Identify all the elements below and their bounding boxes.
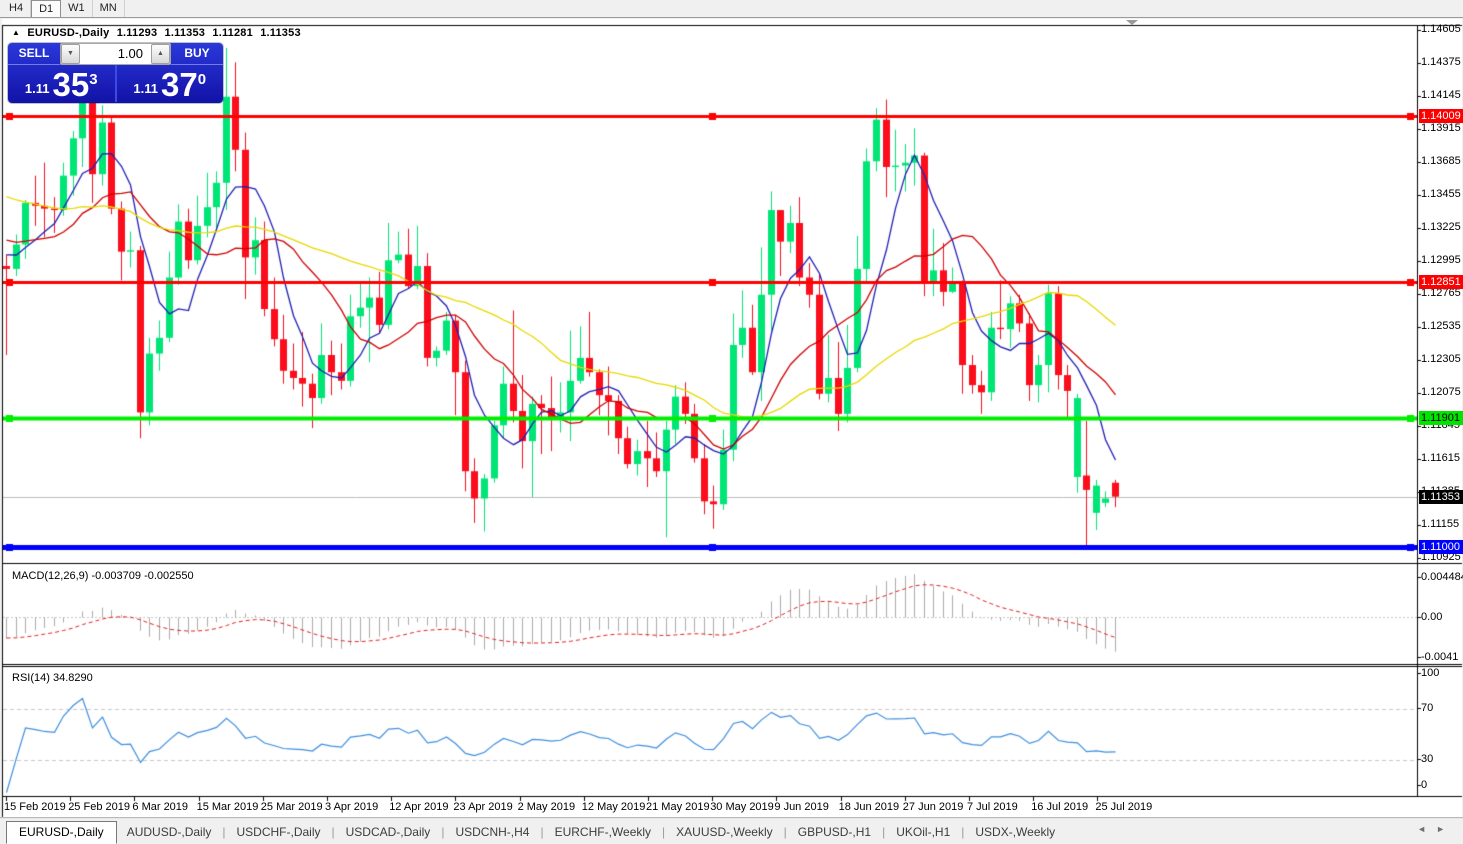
macd-indicator-label: MACD(12,26,9) -0.003709 -0.002550 xyxy=(12,570,194,582)
price-axis-tick-label: 1.13685 xyxy=(1421,155,1461,168)
date-axis-label: 25 Feb 2019 xyxy=(68,801,130,813)
buy-price-panel[interactable]: 1.11 37 0 xyxy=(115,65,224,102)
date-axis-label: 12 May 2019 xyxy=(582,801,646,813)
buy-price-prefix: 1.11 xyxy=(133,81,158,96)
chart-tab-usdx-weekly[interactable]: USDX-,Weekly xyxy=(965,821,1065,843)
buy-price-big: 37 xyxy=(161,70,198,100)
sell-button[interactable]: SELL xyxy=(8,43,60,65)
timeframe-button-h4[interactable]: H4 xyxy=(2,0,31,17)
price-chart-canvas[interactable] xyxy=(0,0,1463,844)
date-axis-label: 30 May 2019 xyxy=(710,801,774,813)
mt4-chart-screen: { "toolbar": { "timeframes": [ { "label"… xyxy=(0,0,1463,844)
volume-input[interactable]: 1.00 xyxy=(80,44,151,64)
hline-price-badge: 1.12851 xyxy=(1419,275,1463,289)
chart-tab-usdcnh-h4[interactable]: USDCNH-,H4 xyxy=(445,821,539,843)
chart-tab-ukoil-h1[interactable]: UKOil-,H1 xyxy=(886,821,960,843)
tab-scroll-right-icon[interactable]: ► xyxy=(1436,824,1455,834)
chart-tab-usdcad-daily[interactable]: USDCAD-,Daily xyxy=(336,821,441,843)
chart-tab-usdchf-daily[interactable]: USDCHF-,Daily xyxy=(227,821,331,843)
price-axis-tick-label: 1.12305 xyxy=(1421,353,1461,366)
price-axis-tick-label: 1.14145 xyxy=(1421,89,1461,102)
one-click-trading-widget: SELL ▼ 1.00 ▲ BUY 1.11 35 3 1.11 37 0 xyxy=(8,43,223,103)
rsi-indicator-label: RSI(14) 34.8290 xyxy=(12,672,93,684)
rsi-axis-tick-label: 30 xyxy=(1421,753,1433,766)
price-axis-tick-label: 1.12075 xyxy=(1421,386,1461,399)
macd-axis-tick-label: -0.0041 xyxy=(1421,651,1458,664)
price-axis-tick-label: 1.13225 xyxy=(1421,221,1461,234)
timeframe-button-w1[interactable]: W1 xyxy=(61,0,93,17)
date-axis-label: 15 Feb 2019 xyxy=(4,801,66,813)
sell-price-prefix: 1.11 xyxy=(25,81,50,96)
volume-decrease-button[interactable]: ▼ xyxy=(61,44,80,64)
date-axis-label: 16 Jul 2019 xyxy=(1031,801,1088,813)
date-axis-label: 21 May 2019 xyxy=(646,801,710,813)
price-axis-tick-label: 1.12765 xyxy=(1421,287,1461,300)
chart-shift-marker-icon[interactable] xyxy=(1126,20,1138,25)
collapse-chart-icon[interactable]: ▲ xyxy=(12,28,20,37)
hline-price-badge: 1.11901 xyxy=(1419,411,1463,425)
price-axis-tick-label: 1.11615 xyxy=(1421,452,1460,465)
timeframe-toolbar: H4D1W1MN xyxy=(0,0,1463,18)
date-axis-label: 25 Mar 2019 xyxy=(261,801,323,813)
price-axis-tick-label: 1.13915 xyxy=(1421,122,1461,135)
sell-price-pip: 3 xyxy=(89,71,97,88)
date-axis-label: 23 Apr 2019 xyxy=(453,801,512,813)
volume-increase-button[interactable]: ▲ xyxy=(151,44,170,64)
date-axis-label: 18 Jun 2019 xyxy=(839,801,900,813)
price-axis-tick-label: 1.14605 xyxy=(1421,23,1461,36)
ohlc-open: 1.11293 xyxy=(117,27,158,39)
chart-tab-gbpusd-h1[interactable]: GBPUSD-,H1 xyxy=(788,821,881,843)
hline-price-badge: 1.14009 xyxy=(1419,109,1463,123)
ohlc-low: 1.11281 xyxy=(212,27,253,39)
chart-tab-eurusd-daily[interactable]: EURUSD-,Daily xyxy=(6,821,117,844)
price-axis-tick-label: 1.12535 xyxy=(1421,320,1461,333)
sell-price-big: 35 xyxy=(53,70,90,100)
chevron-down-icon: ▼ xyxy=(67,50,74,57)
date-axis-label: 12 Apr 2019 xyxy=(389,801,448,813)
chevron-up-icon: ▲ xyxy=(157,50,164,57)
sell-price-panel[interactable]: 1.11 35 3 xyxy=(8,65,115,102)
macd-axis-tick-label: 0.00 xyxy=(1421,611,1442,624)
buy-button[interactable]: BUY xyxy=(171,43,223,65)
date-axis-label: 15 Mar 2019 xyxy=(197,801,259,813)
timeframe-button-mn[interactable]: MN xyxy=(93,0,125,17)
timeframe-button-d1[interactable]: D1 xyxy=(31,0,61,17)
rsi-axis-tick-label: 70 xyxy=(1421,702,1433,715)
price-axis-tick-label: 1.12995 xyxy=(1421,254,1461,267)
price-axis-tick-label: 1.13455 xyxy=(1421,188,1461,201)
date-axis-label: 3 Apr 2019 xyxy=(325,801,378,813)
date-axis-label: 2 May 2019 xyxy=(518,801,575,813)
date-axis-label: 25 Jul 2019 xyxy=(1095,801,1152,813)
tab-scroll-left-icon[interactable]: ◄ xyxy=(1417,824,1436,834)
hline-price-badge: 1.11000 xyxy=(1419,540,1463,554)
chart-header: ▲ EURUSD-,Daily 1.11293 1.11353 1.11281 … xyxy=(12,27,305,39)
price-axis-tick-label: 1.14375 xyxy=(1421,56,1461,69)
rsi-axis-tick-label: 100 xyxy=(1421,667,1439,680)
chart-tab-bar: EURUSD-,DailyAUDUSD-,Daily|USDCHF-,Daily… xyxy=(0,819,1463,844)
date-axis-label: 6 Mar 2019 xyxy=(132,801,188,813)
volume-spinner: ▼ 1.00 ▲ xyxy=(60,43,171,65)
ohlc-close: 1.11353 xyxy=(260,27,301,39)
chart-tab-xauusd-weekly[interactable]: XAUUSD-,Weekly xyxy=(666,821,782,843)
tab-scroll-arrows: ◄► xyxy=(1417,824,1455,834)
date-axis-label: 7 Jul 2019 xyxy=(967,801,1018,813)
chart-symbol-label: EURUSD-,Daily xyxy=(27,27,109,39)
buy-price-pip: 0 xyxy=(198,71,206,88)
date-axis-label: 27 Jun 2019 xyxy=(903,801,964,813)
date-axis-label: 9 Jun 2019 xyxy=(774,801,828,813)
macd-axis-tick-label: 0.004484 xyxy=(1421,571,1463,584)
current-price-badge: 1.11353 xyxy=(1419,490,1463,504)
chart-tab-audusd-daily[interactable]: AUDUSD-,Daily xyxy=(117,821,222,843)
price-axis-tick-label: 1.11155 xyxy=(1421,518,1459,531)
rsi-axis-tick-label: 0 xyxy=(1421,779,1427,792)
chart-tab-eurchf-weekly[interactable]: EURCHF-,Weekly xyxy=(545,821,661,843)
ohlc-high: 1.11353 xyxy=(165,27,206,39)
